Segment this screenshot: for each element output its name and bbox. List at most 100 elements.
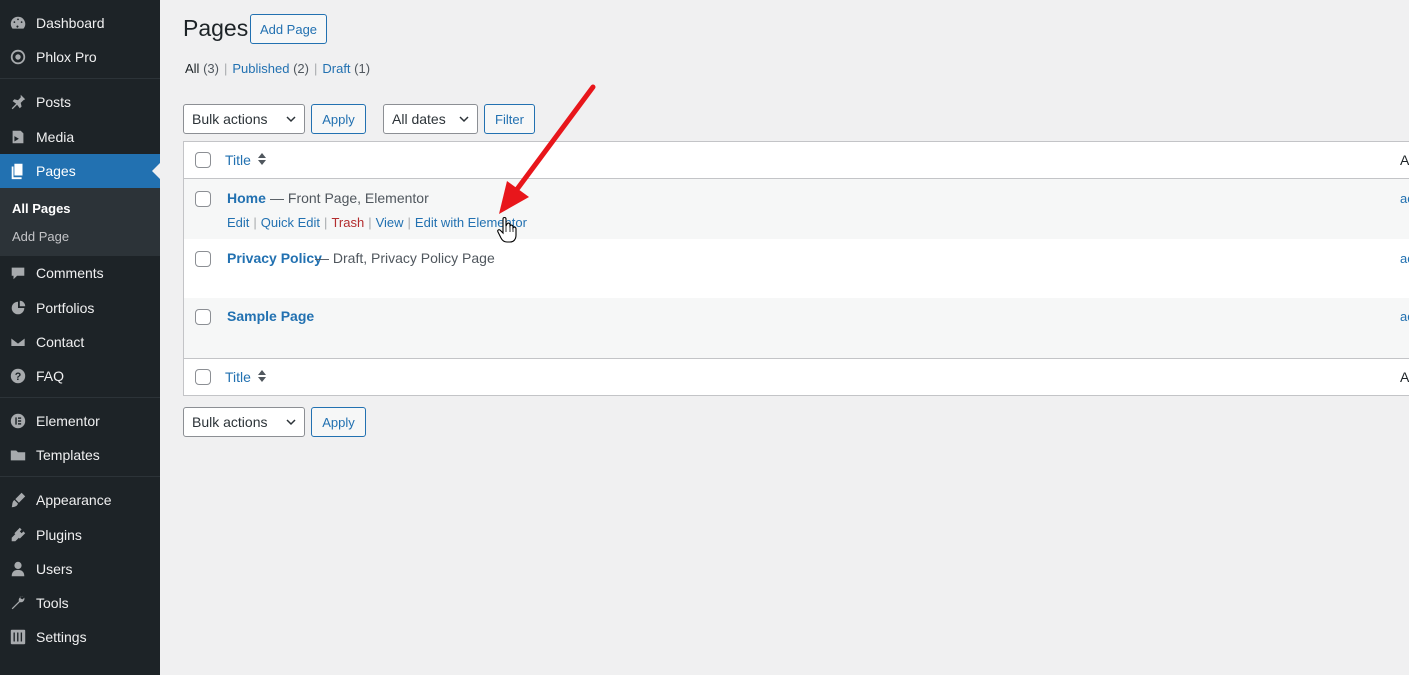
help-icon: ? xyxy=(0,367,36,385)
edit-link[interactable]: Edit xyxy=(227,215,249,230)
folder-icon xyxy=(0,446,36,464)
brush-icon xyxy=(0,491,36,509)
filter-separator: | xyxy=(223,61,228,76)
sidebar-item-label: Portfolios xyxy=(36,300,95,316)
elementor-icon xyxy=(0,412,36,430)
apply-button-bottom[interactable]: Apply xyxy=(311,407,366,437)
sidebar-item-comments[interactable]: Comments xyxy=(0,256,160,290)
wrench-icon xyxy=(0,594,36,612)
sidebar-item-label: FAQ xyxy=(36,368,65,384)
svg-text:?: ? xyxy=(15,371,22,383)
bulk-actions-select-bottom[interactable]: Bulk actions xyxy=(183,407,305,437)
apply-button[interactable]: Apply xyxy=(311,104,366,134)
row-title-link[interactable]: Home xyxy=(227,190,266,206)
table-row: Sample Page ac xyxy=(184,298,1409,358)
table-footer: Title A xyxy=(184,359,1409,396)
pin-icon xyxy=(0,93,36,111)
comment-icon xyxy=(0,264,36,282)
sidebar-item-portfolios[interactable]: Portfolios xyxy=(0,291,160,325)
sidebar-item-users[interactable]: Users xyxy=(0,552,160,586)
author-column-footer[interactable]: A xyxy=(1400,369,1409,385)
row-checkbox[interactable] xyxy=(195,251,211,267)
user-icon xyxy=(0,560,36,578)
sidebar-item-posts[interactable]: Posts xyxy=(0,85,160,119)
sidebar-item-media[interactable]: Media xyxy=(0,120,160,154)
pages-table: Title A Home — Front Page, Elementor Edi… xyxy=(183,141,1409,396)
row-title-link[interactable]: Sample Page xyxy=(227,308,314,324)
row-checkbox[interactable] xyxy=(195,191,211,207)
filter-published-count: (2) xyxy=(293,61,309,76)
row-author-link[interactable]: ac xyxy=(1400,309,1409,324)
sidebar-item-label: Appearance xyxy=(36,492,112,508)
bulk-actions-value: Bulk actions xyxy=(192,111,268,127)
main-content: Pages Add Page All (3) | Published (2) | Dra… xyxy=(160,0,1409,675)
sidebar-item-label: Comments xyxy=(36,265,104,281)
chevron-down-icon xyxy=(286,419,296,426)
row-post-state: — Front Page, Elementor xyxy=(270,190,429,206)
sort-icon[interactable] xyxy=(257,369,267,383)
row-checkbox[interactable] xyxy=(195,309,211,325)
sidebar-item-label: Media xyxy=(36,129,75,145)
sidebar-separator xyxy=(0,476,160,477)
sidebar-separator xyxy=(0,397,160,398)
date-filter-select[interactable]: All dates xyxy=(383,104,478,134)
pages-submenu: All Pages Add Page xyxy=(0,188,160,256)
sidebar-item-faq[interactable]: ? FAQ xyxy=(0,359,160,393)
sidebar-item-label: Tools xyxy=(36,595,69,611)
quick-edit-link[interactable]: Quick Edit xyxy=(261,215,320,230)
plugin-icon xyxy=(0,526,36,544)
sidebar-separator xyxy=(0,78,160,79)
row-title-link[interactable]: Privacy Policy xyxy=(227,250,322,266)
filter-draft-link[interactable]: Draft (1) xyxy=(322,61,370,76)
sidebar-item-tools[interactable]: Tools xyxy=(0,586,160,620)
submenu-all-pages[interactable]: All Pages xyxy=(12,201,71,216)
sidebar-item-label: Users xyxy=(36,561,73,577)
sidebar-item-label: Templates xyxy=(36,447,100,463)
sidebar-item-phlox-pro[interactable]: Phlox Pro xyxy=(0,40,160,74)
sidebar-item-elementor[interactable]: Elementor xyxy=(0,404,160,438)
admin-sidebar: Dashboard Phlox Pro Posts Media Pages Al… xyxy=(0,0,160,675)
filter-published-link[interactable]: Published (2) xyxy=(232,61,309,76)
view-link[interactable]: View xyxy=(376,215,404,230)
chevron-down-icon xyxy=(286,116,296,123)
filter-all-link[interactable]: All (3) xyxy=(185,61,219,76)
sidebar-item-pages[interactable]: Pages xyxy=(0,154,160,188)
phlox-icon xyxy=(0,48,36,66)
dashboard-icon xyxy=(0,14,36,32)
sidebar-item-appearance[interactable]: Appearance xyxy=(0,483,160,517)
settings-icon xyxy=(0,628,36,646)
bulk-actions-select[interactable]: Bulk actions xyxy=(183,104,305,134)
row-actions: Edit | Quick Edit | Trash | View | Edit with Ele… xyxy=(227,215,527,230)
portfolio-icon xyxy=(0,299,36,317)
filter-button[interactable]: Filter xyxy=(484,104,535,134)
title-column-header[interactable]: Title xyxy=(225,152,251,168)
sidebar-item-label: Dashboard xyxy=(36,15,105,31)
sidebar-item-label: Contact xyxy=(36,334,85,350)
select-all-checkbox-footer[interactable] xyxy=(195,369,211,385)
title-column-footer[interactable]: Title xyxy=(225,369,251,385)
sidebar-item-dashboard[interactable]: Dashboard xyxy=(0,6,160,40)
row-author-link[interactable]: ac xyxy=(1400,191,1409,206)
sidebar-item-plugins[interactable]: Plugins xyxy=(0,518,160,552)
filter-all-count: (3) xyxy=(203,61,219,76)
sidebar-item-contact[interactable]: Contact xyxy=(0,325,160,359)
edit-with-elementor-link[interactable]: Edit with Elementor xyxy=(415,215,527,230)
filter-separator: | xyxy=(313,61,318,76)
sort-icon[interactable] xyxy=(257,152,267,166)
sidebar-item-label: Pages xyxy=(36,163,76,179)
sidebar-item-templates[interactable]: Templates xyxy=(0,438,160,472)
submenu-add-page[interactable]: Add Page xyxy=(12,229,69,244)
add-page-button[interactable]: Add Page xyxy=(250,14,327,44)
pages-icon xyxy=(0,162,36,180)
sidebar-item-label: Posts xyxy=(36,94,72,110)
filter-all-label: All xyxy=(185,61,200,76)
select-all-checkbox[interactable] xyxy=(195,152,211,168)
page-title: Pages xyxy=(183,15,249,41)
row-author-link[interactable]: ac xyxy=(1400,251,1409,266)
sidebar-item-label: Settings xyxy=(36,629,87,645)
trash-link[interactable]: Trash xyxy=(331,215,364,230)
author-column-header[interactable]: A xyxy=(1400,152,1409,168)
mail-icon xyxy=(0,333,36,351)
row-post-state: — Draft, Privacy Policy Page xyxy=(315,250,495,266)
sidebar-item-settings[interactable]: Settings xyxy=(0,620,160,654)
